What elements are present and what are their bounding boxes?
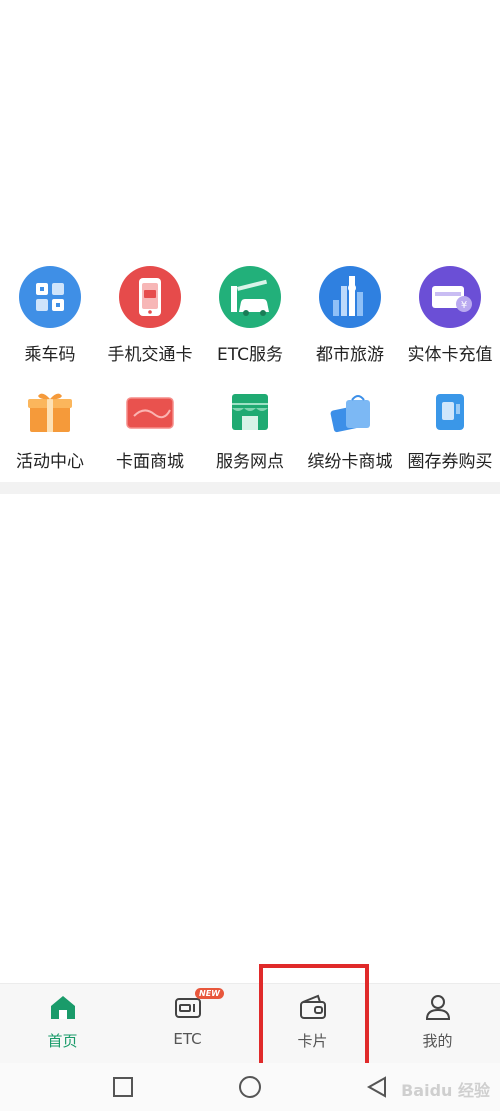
service-city-tourism[interactable]: 都市旅游	[300, 258, 400, 378]
card-recharge-icon: ¥	[419, 266, 481, 328]
system-nav-bar	[0, 1063, 500, 1111]
service-label: 服务网点	[216, 452, 284, 472]
service-grid: 乘车码 手机交通卡 ETC服务 都市旅游 ¥ 实体卡充值 活动中心 卡面商城 服…	[0, 258, 500, 484]
service-phone-transit-card[interactable]: 手机交通卡	[100, 258, 200, 378]
home-nav-button[interactable]	[238, 1075, 262, 1099]
user-icon	[423, 992, 453, 1022]
tab-etc-label: ETC	[173, 1030, 202, 1048]
service-ride-code[interactable]: 乘车码	[0, 258, 100, 378]
service-label: 实体卡充值	[407, 345, 493, 365]
service-service-outlets[interactable]: 服务网点	[200, 384, 300, 484]
service-voucher-purchase[interactable]: 圈存券购买	[400, 384, 500, 484]
section-divider	[0, 482, 500, 494]
svg-text:¥: ¥	[461, 300, 467, 311]
tab-mine[interactable]: 我的	[375, 984, 500, 1063]
shopping-bag-icon	[324, 390, 376, 434]
service-label: 都市旅游	[316, 345, 384, 365]
voucher-icon	[424, 390, 476, 434]
tab-cards[interactable]: 卡片	[250, 984, 375, 1063]
service-outlet-icon	[224, 390, 276, 434]
etc-gate-icon	[219, 266, 281, 328]
service-label: 缤纷卡商城	[307, 452, 393, 472]
back-nav-button[interactable]	[365, 1075, 389, 1099]
recent-apps-button[interactable]	[111, 1075, 135, 1099]
tab-home[interactable]: 首页	[0, 984, 125, 1063]
service-activity-center[interactable]: 活动中心	[0, 384, 100, 484]
tab-cards-label: 卡片	[297, 1032, 328, 1050]
card-face-icon	[124, 390, 176, 434]
tab-etc[interactable]: NEW ETC	[125, 984, 250, 1063]
new-badge: NEW	[195, 988, 224, 999]
tab-mine-label: 我的	[422, 1032, 453, 1050]
service-card-recharge[interactable]: ¥ 实体卡充值	[400, 258, 500, 378]
phone-transit-card-icon	[119, 266, 181, 328]
service-label: 乘车码	[24, 345, 76, 365]
service-card-face-mall[interactable]: 卡面商城	[100, 384, 200, 484]
service-label: 卡面商城	[116, 452, 184, 472]
service-row-1: 乘车码 手机交通卡 ETC服务 都市旅游 ¥ 实体卡充值	[0, 258, 500, 378]
service-colorful-card-mall[interactable]: 缤纷卡商城	[300, 384, 400, 484]
city-skyline-icon	[319, 266, 381, 328]
service-label: 圈存券购买	[407, 452, 493, 472]
tab-home-label: 首页	[47, 1032, 78, 1050]
service-label: 活动中心	[16, 452, 84, 472]
wallet-icon	[298, 992, 328, 1022]
service-row-2: 活动中心 卡面商城 服务网点 缤纷卡商城 圈存券购买	[0, 384, 500, 484]
service-label: ETC服务	[217, 345, 283, 365]
bottom-tab-bar: 首页 NEW ETC 卡片 我的	[0, 983, 500, 1063]
home-icon	[48, 992, 78, 1022]
qr-code-icon	[19, 266, 81, 328]
service-etc[interactable]: ETC服务	[200, 258, 300, 378]
gift-box-icon	[24, 390, 76, 434]
service-label: 手机交通卡	[107, 345, 193, 365]
